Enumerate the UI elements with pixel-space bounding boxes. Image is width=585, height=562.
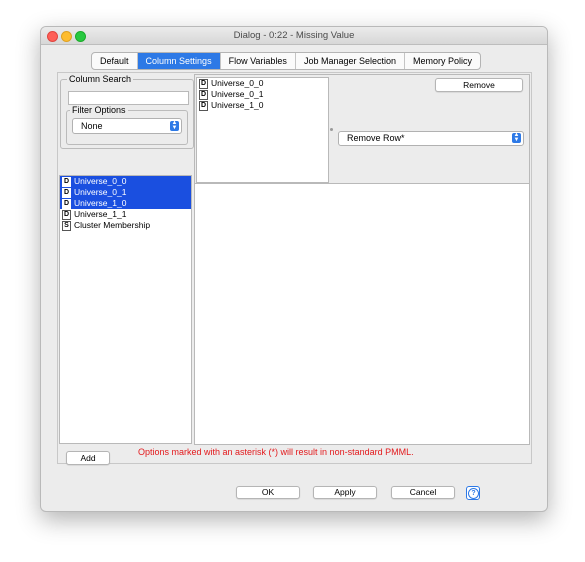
window-title: Dialog - 0:22 - Missing Value: [233, 30, 355, 41]
column-name: Universe_0_0: [211, 78, 264, 88]
list-item[interactable]: D Universe_0_0: [197, 78, 328, 89]
column-search-group: Column Search Filter Options None ▲ ▼: [60, 74, 194, 149]
column-search-input[interactable]: [68, 91, 189, 105]
double-type-icon: D: [62, 176, 71, 187]
missing-value-method-value: Remove Row*: [347, 133, 405, 143]
remove-button[interactable]: Remove: [435, 78, 523, 92]
setting-row: D Universe_0_0 D Universe_0_1 D Universe_1_…: [195, 75, 529, 184]
missing-value-method-select[interactable]: Remove Row* ▲ ▼: [338, 131, 524, 146]
list-item[interactable]: D Universe_0_0: [60, 176, 191, 187]
list-item[interactable]: D Universe_1_0: [60, 198, 191, 209]
ok-button[interactable]: OK: [236, 486, 300, 499]
help-button[interactable]: ?: [466, 486, 480, 500]
column-name: Universe_1_0: [211, 100, 264, 110]
filter-options-select[interactable]: None ▲ ▼: [72, 118, 182, 134]
filter-options-value: None: [81, 121, 103, 131]
list-item[interactable]: S Cluster Membership: [60, 220, 191, 231]
tab-default[interactable]: Default: [92, 53, 138, 69]
list-item[interactable]: D Universe_0_1: [60, 187, 191, 198]
setting-column-list[interactable]: D Universe_0_0 D Universe_0_1 D Universe_1_…: [196, 77, 329, 183]
column-name: Universe_0_1: [74, 187, 127, 197]
string-type-icon: S: [62, 220, 71, 231]
column-search-label: Column Search: [67, 74, 134, 84]
double-type-icon: D: [199, 89, 208, 100]
title-bar[interactable]: Dialog - 0:22 - Missing Value: [41, 27, 547, 45]
list-item[interactable]: D Universe_1_1: [60, 209, 191, 220]
double-type-icon: D: [62, 209, 71, 220]
add-button[interactable]: Add: [66, 451, 110, 465]
column-name: Universe_0_0: [74, 176, 127, 186]
settings-area: D Universe_0_0 D Universe_0_1 D Universe_1_…: [194, 74, 530, 445]
double-type-icon: D: [199, 78, 208, 89]
double-type-icon: D: [199, 100, 208, 111]
column-list[interactable]: D Universe_0_0 D Universe_0_1 D Universe_1_…: [59, 175, 192, 444]
double-type-icon: D: [62, 187, 71, 198]
chevron-updown-icon: ▲ ▼: [512, 132, 521, 143]
column-settings-panel: Column Search Filter Options None ▲ ▼ D Un…: [57, 72, 532, 465]
dialog-window: Dialog - 0:22 - Missing Value Default Co…: [40, 26, 548, 512]
cancel-button[interactable]: Cancel: [391, 486, 455, 499]
help-icon: ?: [468, 488, 479, 499]
list-item[interactable]: D Universe_1_0: [197, 100, 328, 111]
tab-bar: Default Column Settings Flow Variables J…: [91, 52, 482, 70]
pmml-warning-text: Options marked with an asterisk (*) will…: [138, 447, 414, 457]
splitter-handle[interactable]: [330, 128, 333, 131]
tab-job-manager-selection[interactable]: Job Manager Selection: [296, 53, 405, 69]
double-type-icon: D: [62, 198, 71, 209]
column-name: Cluster Membership: [74, 220, 151, 230]
apply-button[interactable]: Apply: [313, 486, 377, 499]
tab-flow-variables[interactable]: Flow Variables: [221, 53, 296, 69]
tab-memory-policy[interactable]: Memory Policy: [405, 53, 480, 69]
list-item[interactable]: D Universe_0_1: [197, 89, 328, 100]
filter-options-group: Filter Options None ▲ ▼: [66, 105, 188, 145]
column-name: Universe_1_1: [74, 209, 127, 219]
column-name: Universe_0_1: [211, 89, 264, 99]
filter-options-label: Filter Options: [70, 105, 128, 115]
column-name: Universe_1_0: [74, 198, 127, 208]
tab-column-settings[interactable]: Column Settings: [137, 53, 221, 69]
chevron-updown-icon: ▲ ▼: [170, 120, 179, 131]
